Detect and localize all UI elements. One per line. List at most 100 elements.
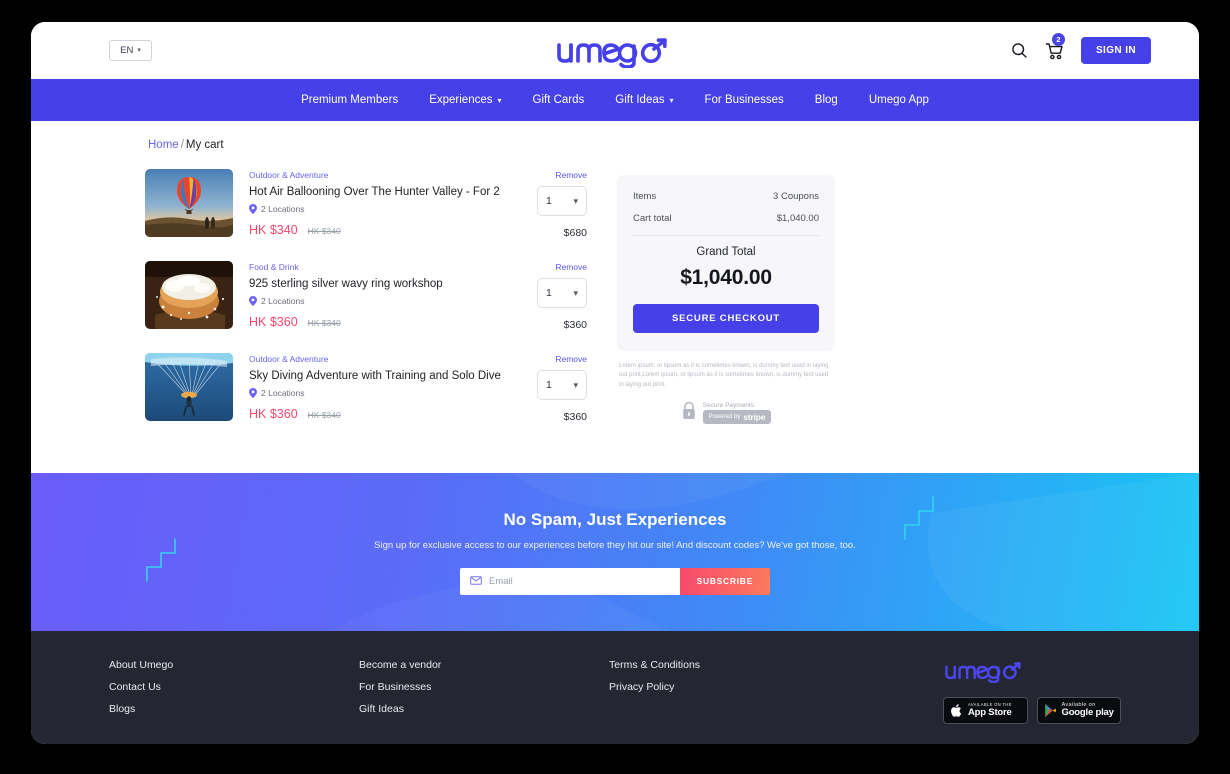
cart-item-row: Outdoor & Adventure Sky Diving Adventure… xyxy=(145,353,587,423)
breadcrumb: Home / My cart xyxy=(145,139,1085,151)
nav-item-gift-cards[interactable]: Gift Cards xyxy=(533,94,585,106)
cart-item-title[interactable]: Sky Diving Adventure with Training and S… xyxy=(249,370,501,382)
cart-item-price-original: HK $340 xyxy=(307,226,341,236)
nav-item-blog[interactable]: Blog xyxy=(815,94,838,106)
secure-checkout-button[interactable]: SECURE CHECKOUT xyxy=(633,304,819,333)
stripe-name: stripe xyxy=(743,411,766,422)
footer-link-about-umego[interactable]: About Umego xyxy=(109,659,359,671)
cart-item-locations-label: 2 Locations xyxy=(261,388,305,398)
cart-item-title[interactable]: 925 sterling silver wavy ring workshop xyxy=(249,278,501,290)
cart-item-image[interactable] xyxy=(145,353,233,421)
footer-logo[interactable] xyxy=(943,659,1121,683)
cart-item-category[interactable]: Outdoor & Adventure xyxy=(249,354,501,364)
cart-item-category[interactable]: Food & Drink xyxy=(249,262,501,272)
summary-cart-total-label: Cart total xyxy=(633,213,672,224)
secure-payments-block: Secure Payments Powered by stripe xyxy=(617,401,835,425)
nav-item-for-businesses[interactable]: For Businesses xyxy=(705,94,784,106)
cart-item-price-current: HK $340 xyxy=(249,223,298,237)
breadcrumb-separator: / xyxy=(180,139,184,151)
nav-label: For Businesses xyxy=(704,94,784,106)
app-store-badge[interactable]: AVAILABLE ON THE App Store xyxy=(943,697,1028,724)
cart-count-badge: 2 xyxy=(1051,32,1065,46)
summary-items-label: Items xyxy=(633,191,657,202)
newsletter-background-decoration xyxy=(511,473,1199,631)
nav-label: Umego App xyxy=(868,94,929,106)
nav-label: Premium Members xyxy=(301,94,399,106)
stairs-decoration-right xyxy=(904,496,934,540)
cart-item-line-total: $360 xyxy=(563,411,587,423)
google-play-badge[interactable]: Available on Google play xyxy=(1036,697,1121,724)
cart-item-price: HK $360 HK $340 xyxy=(249,407,501,421)
chevron-down-icon: ▾ xyxy=(573,379,578,390)
chevron-down-icon: ▾ xyxy=(573,195,578,206)
nav-item-premium-members[interactable]: Premium Members xyxy=(301,94,398,106)
language-label: EN xyxy=(120,45,134,56)
order-summary-card: Items 3 Coupons Cart total $1,040.00 Gra… xyxy=(617,175,835,351)
chevron-down-icon: ▾ xyxy=(573,287,578,298)
cart-item-price: HK $340 HK $340 xyxy=(249,223,501,237)
location-pin-icon xyxy=(249,388,257,398)
breadcrumb-home-link[interactable]: Home xyxy=(148,139,179,151)
nav-item-umego-app[interactable]: Umego App xyxy=(869,94,929,106)
google-play-icon xyxy=(1044,703,1057,718)
quantity-select[interactable]: 1 ▾ xyxy=(537,278,587,308)
site-logo[interactable] xyxy=(554,34,676,68)
chevron-down-icon: ▾ xyxy=(669,95,674,105)
cart-item-image[interactable] xyxy=(145,169,233,237)
nav-label: Experiences xyxy=(429,94,493,106)
cart-item-image[interactable] xyxy=(145,261,233,329)
newsletter-title: No Spam, Just Experiences xyxy=(503,509,727,529)
language-selector[interactable]: EN ▾ xyxy=(109,40,152,61)
cart-item-info: Outdoor & Adventure Sky Diving Adventure… xyxy=(249,353,501,423)
cart-item-locations: 2 Locations xyxy=(249,204,501,214)
apple-icon xyxy=(950,703,963,718)
quantity-select[interactable]: 1 ▾ xyxy=(537,370,587,400)
stripe-badge: Powered by stripe xyxy=(702,409,772,424)
quantity-value: 1 xyxy=(546,379,552,391)
cart-item-locations-label: 2 Locations xyxy=(261,296,305,306)
footer-link-for-businesses[interactable]: For Businesses xyxy=(359,681,609,693)
cart-item-info: Food & Drink 925 sterling silver wavy ri… xyxy=(249,261,501,331)
nav-item-experiences[interactable]: Experiences ▾ xyxy=(429,94,501,106)
remove-item-link[interactable]: Remove xyxy=(555,354,587,364)
cart-item-controls: Remove 1 ▾ $360 xyxy=(517,261,587,331)
quantity-select[interactable]: 1 ▾ xyxy=(537,186,587,216)
grand-total-value: $1,040.00 xyxy=(680,266,772,289)
top-bar-actions: 2 SIGN IN xyxy=(1011,32,1151,64)
remove-item-link[interactable]: Remove xyxy=(555,262,587,272)
footer-link-gift-ideas[interactable]: Gift Ideas xyxy=(359,703,609,715)
footer-link-privacy-policy[interactable]: Privacy Policy xyxy=(609,681,931,693)
newsletter-email-input[interactable] xyxy=(489,575,670,587)
cart-item-price-current: HK $360 xyxy=(249,315,298,329)
cart-item-controls: Remove 1 ▾ $680 xyxy=(517,169,587,239)
nav-label: Blog xyxy=(814,94,838,106)
summary-cart-total-row: Cart total $1,040.00 xyxy=(633,213,819,224)
footer-link-become-a-vendor[interactable]: Become a vendor xyxy=(359,659,609,671)
cart-item-locations: 2 Locations xyxy=(249,296,501,306)
cart-item-locations-label: 2 Locations xyxy=(261,204,305,214)
footer-link-contact-us[interactable]: Contact Us xyxy=(109,681,359,693)
cart-item-price: HK $360 HK $340 xyxy=(249,315,501,329)
cart-item-title[interactable]: Hot Air Ballooning Over The Hunter Valle… xyxy=(249,186,501,198)
cart-item-row: Food & Drink 925 sterling silver wavy ri… xyxy=(145,261,587,331)
app-store-badges: AVAILABLE ON THE App Store Available on … xyxy=(943,697,1121,724)
footer-link-terms-conditions[interactable]: Terms & Conditions xyxy=(609,659,931,671)
cart-button[interactable]: 2 xyxy=(1045,32,1065,60)
footer-link-blogs[interactable]: Blogs xyxy=(109,703,359,715)
chevron-down-icon: ▾ xyxy=(137,47,141,54)
top-bar: EN ▾ 2 SIGN IN xyxy=(31,22,1199,79)
cart-item-category[interactable]: Outdoor & Adventure xyxy=(249,170,501,180)
summary-divider xyxy=(633,235,819,236)
breadcrumb-current: My cart xyxy=(185,139,224,151)
nav-item-gift-ideas[interactable]: Gift Ideas ▾ xyxy=(615,94,673,106)
main-navigation: Premium Members Experiences ▾ Gift Cards… xyxy=(31,79,1199,121)
hot-air-balloon-photo xyxy=(145,169,233,237)
newsletter-subscribe-button[interactable]: SUBSCRIBE xyxy=(679,567,770,595)
sign-in-button[interactable]: SIGN IN xyxy=(1080,37,1151,64)
remove-item-link[interactable]: Remove xyxy=(555,170,587,180)
newsletter-input-wrapper xyxy=(460,567,680,595)
stairs-decoration-left xyxy=(146,538,176,582)
footer-column-3: Terms & Conditions Privacy Policy xyxy=(609,659,931,744)
stripe-powered-by-label: Powered by xyxy=(708,413,741,420)
search-button[interactable] xyxy=(1011,42,1028,59)
